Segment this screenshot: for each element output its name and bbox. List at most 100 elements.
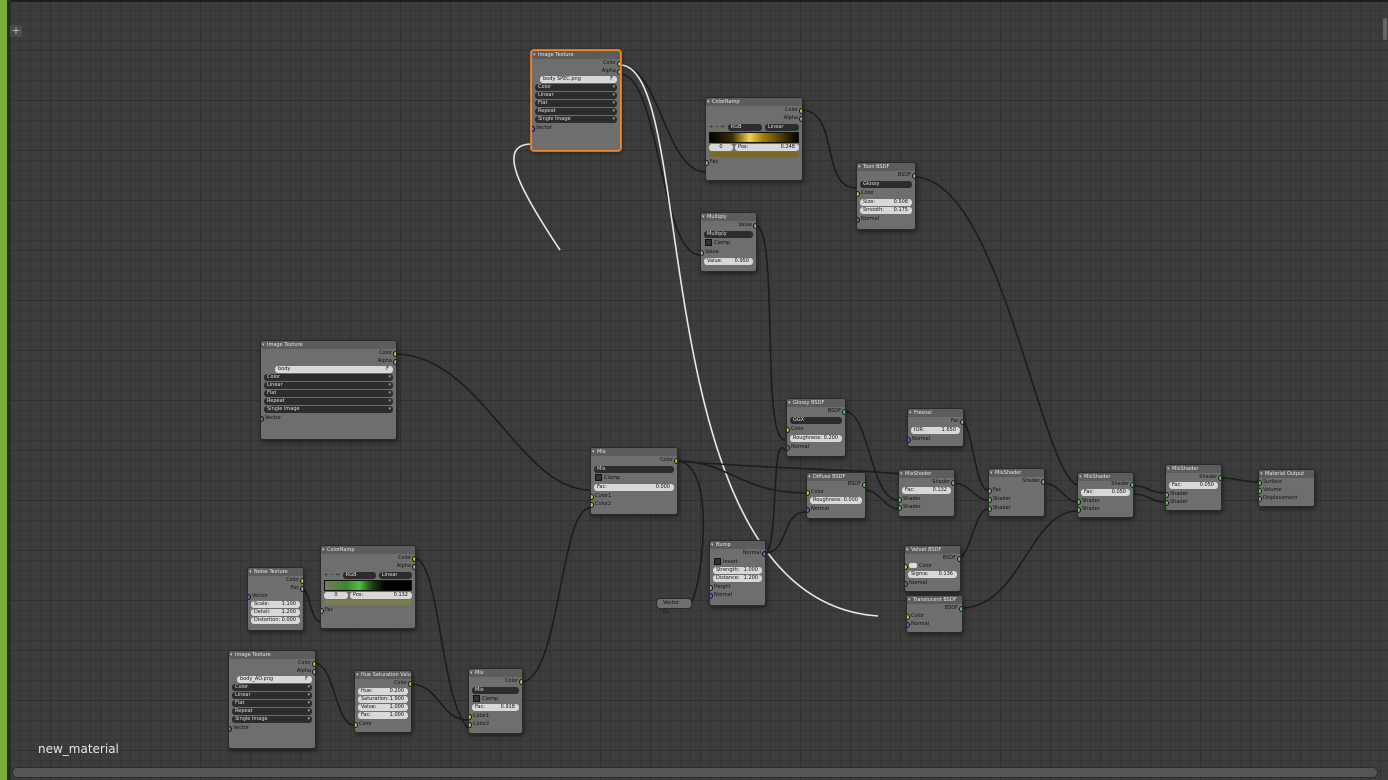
node-velvet-bsdf[interactable]: Velvet BSDF BSDF Color Sigma:0.136 Norma… <box>904 545 961 592</box>
blend-mode-dropdown[interactable]: Mix <box>472 687 519 694</box>
operation-dropdown[interactable]: Multiply <box>704 231 753 238</box>
shader-socket-icon[interactable] <box>951 480 954 486</box>
extension-dropdown[interactable]: Repeat ▾ <box>535 108 617 115</box>
fake-user-button[interactable]: F <box>386 366 389 373</box>
value-socket-icon[interactable] <box>989 488 992 494</box>
vector-socket-icon[interactable] <box>857 217 860 223</box>
shader-socket-icon[interactable] <box>1041 479 1044 485</box>
vector-socket-icon[interactable] <box>807 507 810 513</box>
color-socket-icon[interactable] <box>674 458 677 464</box>
node-bump[interactable]: Bump Normal Invert Strength:1.000 Distan… <box>709 540 766 606</box>
stop-index-field[interactable]: 0 <box>709 144 733 151</box>
ior-field[interactable]: IOR: 1.650 <box>911 427 960 434</box>
ramp-interp-dropdown[interactable]: Linear <box>378 571 412 579</box>
node-diffuse-bsdf[interactable]: Diffuse BSDF BSDF Color Roughness:0.000 … <box>806 472 866 519</box>
vector-socket-icon[interactable] <box>908 437 911 443</box>
scale-field[interactable]: Scale: 1.100 <box>251 601 300 608</box>
blend-mode-dropdown[interactable]: Mix <box>594 466 674 473</box>
extension-dropdown[interactable]: Repeat ▾ <box>264 398 393 405</box>
color-socket-icon[interactable] <box>799 108 802 114</box>
value-socket-icon[interactable] <box>753 223 756 229</box>
color-socket-icon[interactable] <box>591 502 594 508</box>
vector-socket-icon[interactable] <box>229 726 232 732</box>
node-mix-rgb-bottom[interactable]: Mix Color Mix Clamp Fac:0.918 Color1 Col… <box>468 668 523 734</box>
node-image-texture-ao[interactable]: Image Texture Color Alpha body_AO.pngF C… <box>228 650 316 749</box>
vector-socket-icon[interactable] <box>787 445 790 451</box>
color-swatch[interactable] <box>909 563 917 568</box>
roughness-field[interactable]: Roughness: 0.200 <box>790 435 842 442</box>
node-translucent-bsdf[interactable]: Translucent BSDF BSDF Color Normal <box>906 595 963 633</box>
interpolation-dropdown[interactable]: Linear ▾ <box>232 692 312 699</box>
node-editor-canvas[interactable]: + Image Texture Color Alpha <box>0 0 1388 780</box>
checkbox-icon[interactable] <box>595 474 602 481</box>
strength-field[interactable]: Strength: 1.000 <box>713 567 762 574</box>
clamp-toggle[interactable]: Clamp <box>701 239 756 248</box>
vector-socket-icon[interactable] <box>905 581 908 587</box>
shader-socket-icon[interactable] <box>1078 507 1081 513</box>
color-socket-icon[interactable] <box>393 351 396 357</box>
node-mix-shader-2[interactable]: MixShader Shader Fac Shader Shader <box>988 468 1045 517</box>
shader-socket-icon[interactable] <box>989 497 992 503</box>
image-selector[interactable]: body F <box>275 366 393 373</box>
vector-socket-icon[interactable] <box>532 126 535 132</box>
value-socket-icon[interactable] <box>701 250 704 256</box>
ramp-add-remove-flip-buttons[interactable]: + − ↔ <box>324 572 340 578</box>
ramp-add-remove-flip-buttons[interactable]: + − ↔ <box>709 124 725 130</box>
value-socket-icon[interactable] <box>706 160 709 166</box>
value-socket-icon[interactable] <box>412 564 415 570</box>
projection-dropdown[interactable]: Flat ▾ <box>264 390 393 397</box>
projection-dropdown[interactable]: Flat ▾ <box>535 100 617 107</box>
node-toon-bsdf[interactable]: Toon BSDF BSDF Glossy Color Size:0.508 S… <box>856 162 916 230</box>
pos-field[interactable]: Pos: 0.248 <box>735 144 799 151</box>
shader-socket-icon[interactable] <box>842 409 845 415</box>
pos-field[interactable]: Pos: 0.132 <box>350 592 412 599</box>
distance-field[interactable]: Distance: 1.200 <box>713 575 762 582</box>
roughness-field[interactable]: Roughness: 0.000 <box>810 497 862 504</box>
color-socket-icon[interactable] <box>312 661 315 667</box>
checkbox-icon[interactable] <box>473 695 480 702</box>
stop-index-field[interactable]: 0 <box>324 592 348 599</box>
fac-field[interactable]: Fac: 0.050 <box>1169 482 1218 489</box>
node-fresnel[interactable]: Fresnel Fac IOR:1.650 Normal <box>907 408 964 447</box>
color-socket-icon[interactable] <box>408 681 411 687</box>
shader-socket-icon[interactable] <box>989 506 992 512</box>
color-space-dropdown[interactable]: Color ▾ <box>232 684 312 691</box>
value-socket-icon[interactable] <box>1259 496 1262 502</box>
extension-dropdown[interactable]: Repeat ▾ <box>232 708 312 715</box>
value-socket-icon[interactable] <box>799 116 802 122</box>
value-socket-icon[interactable] <box>617 69 620 75</box>
fac-field[interactable]: Fac: 0.132 <box>902 487 951 494</box>
image-selector[interactable]: body SPEC.png F <box>540 76 617 83</box>
horizontal-scrollbar[interactable] <box>12 767 1378 778</box>
color-socket-icon[interactable] <box>355 722 358 728</box>
node-mix-shader-1[interactable]: MixShader Shader Fac:0.132 Shader Shader <box>898 469 955 517</box>
source-dropdown[interactable]: Single Image ▾ <box>535 116 617 123</box>
color-socket-icon[interactable] <box>807 490 810 496</box>
projection-dropdown[interactable]: Flat ▾ <box>232 700 312 707</box>
ramp-mode-dropdown[interactable]: RGB <box>342 571 376 579</box>
hue-field[interactable]: Hue: 0.200 <box>358 688 408 695</box>
clamp-toggle[interactable]: Clamp <box>591 474 677 483</box>
checkbox-icon[interactable] <box>714 558 721 565</box>
saturation-field[interactable]: Saturation: 1.900 <box>358 696 408 703</box>
value-socket-icon[interactable] <box>321 608 324 614</box>
source-dropdown[interactable]: Single Image ▾ <box>232 716 312 723</box>
image-selector[interactable]: body_AO.png F <box>237 676 312 683</box>
color-socket-icon[interactable] <box>469 722 472 728</box>
fac-field[interactable]: Fac: 0.050 <box>1081 489 1130 496</box>
value-socket-icon[interactable] <box>960 419 963 425</box>
interpolation-dropdown[interactable]: Linear ▾ <box>264 382 393 389</box>
shader-socket-icon[interactable] <box>912 173 915 179</box>
color-socket-icon[interactable] <box>412 556 415 562</box>
value-field[interactable]: Value: 0.950 <box>704 258 753 265</box>
ramp-mode-dropdown[interactable]: RGB <box>727 123 762 131</box>
smooth-field[interactable]: Smooth: 0.175 <box>860 207 912 214</box>
color-socket-icon[interactable] <box>617 61 620 67</box>
vector-socket-icon[interactable] <box>762 551 765 557</box>
distortion-field[interactable]: Distortion: 0.000 <box>251 617 300 624</box>
node-colorramp-top[interactable]: ColorRamp Color Alpha + − ↔RGBLinear 0Po… <box>705 97 803 181</box>
color-space-dropdown[interactable]: Color ▾ <box>264 374 393 381</box>
color-socket-icon[interactable] <box>905 564 908 570</box>
shader-socket-icon[interactable] <box>899 505 902 511</box>
node-mix-rgb[interactable]: Mix Color Mix Clamp Fac:0.000 Color1 Col… <box>590 447 678 515</box>
